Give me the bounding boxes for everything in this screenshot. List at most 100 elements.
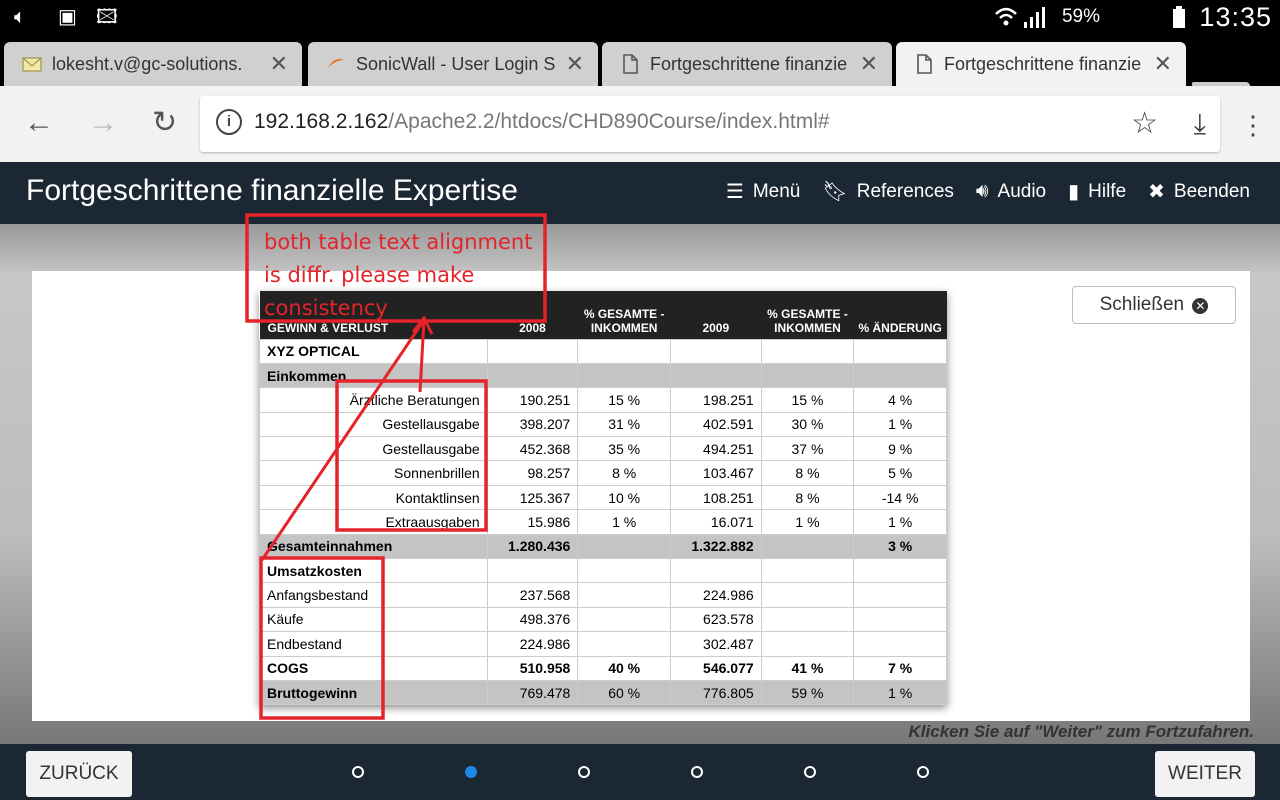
battery-icon [1173, 6, 1185, 28]
back-button[interactable]: ZURÜCK [26, 751, 132, 797]
row-label-cell: Käufe [259, 606, 488, 633]
info-icon[interactable]: i [216, 109, 242, 135]
clock: 13:35 [1199, 2, 1272, 32]
browser-tab-course-active[interactable]: Fortgeschrittene finanzie ✕ [896, 42, 1186, 88]
value-cell: 103.467 [669, 460, 762, 486]
address-bar[interactable]: i 192.168.2.162/Apache2.2/htdocs/CHD890C… [200, 96, 1220, 152]
next-button[interactable]: WEITER [1155, 751, 1255, 797]
value-cell [669, 338, 762, 364]
close-popup-button[interactable]: Schließen ✕ [1072, 286, 1236, 324]
value-cell: 776.805 [669, 679, 762, 706]
page-dot[interactable] [578, 766, 590, 778]
page-dot[interactable] [465, 766, 477, 778]
url-text: 192.168.2.162/Apache2.2/htdocs/CHD890Cou… [254, 110, 830, 133]
value-cell: 40 % [577, 655, 671, 681]
sonicwall-icon [328, 59, 344, 68]
row-label-cell: Extraausgaben [259, 509, 488, 535]
value-cell: 1 % [853, 679, 947, 706]
value-cell [577, 533, 671, 560]
value-cell: 8 % [577, 460, 671, 486]
row-label-cell: Gesamteinnahmen [259, 533, 488, 560]
value-cell: 41 % [760, 655, 855, 681]
close-tab-icon[interactable]: ✕ [860, 42, 878, 86]
row-label-cell: Gestellausgabe [259, 411, 488, 438]
close-tab-icon[interactable]: ✕ [1154, 42, 1172, 86]
value-cell [486, 558, 579, 584]
page-icon [917, 54, 932, 74]
course-header: Fortgeschrittene finanzielle Expertise ☰… [0, 162, 1280, 224]
value-cell: 108.251 [669, 484, 762, 511]
value-cell [853, 362, 947, 389]
browser-tab-mail[interactable]: lokesht.v@gc-solutions. ✕ [4, 42, 302, 88]
row-label-cell: Ärztliche Beratungen [259, 387, 488, 413]
value-cell [853, 558, 947, 584]
help-button[interactable]: ▮ Hilfe [1068, 179, 1126, 204]
page-dot[interactable] [352, 766, 364, 778]
page-dot[interactable] [804, 766, 816, 778]
row-label-cell: COGS [259, 655, 488, 681]
references-button[interactable]: 🔖︎ References [822, 179, 954, 204]
table-row: Bruttogewinn 769.478 60 % 776.805 59 % 1 % [259, 679, 947, 706]
value-cell [853, 606, 947, 633]
value-cell: 3 % [853, 533, 947, 560]
row-label-cell: Bruttogewinn [259, 679, 488, 706]
course-menu: ☰ Menü 🔖︎ References 🔊︎ Audio ▮ Hilfe ✖ Beend… [726, 179, 1250, 204]
value-cell [577, 631, 671, 657]
battery-percent: 59% [1061, 6, 1100, 27]
screenshot-icon: ▣ [58, 6, 77, 28]
column-header: % ÄNDERUNG [853, 291, 947, 339]
row-label-cell: Einkommen [259, 362, 488, 389]
table-row: XYZ OPTICAL [259, 338, 947, 364]
value-cell: 7 % [853, 655, 947, 681]
value-cell: 498.376 [486, 606, 579, 633]
value-cell: 31 % [577, 411, 671, 438]
browser-tab-course[interactable]: Fortgeschrittene finanzie ✕ [602, 42, 892, 88]
value-cell [577, 582, 671, 608]
table-row: Ärztliche Beratungen 190.251 15 % 198.251 15… [259, 387, 947, 413]
table-row: Gesamteinnahmen 1.280.436 1.322.882 3 % [259, 533, 947, 560]
value-cell: 510.958 [486, 655, 579, 681]
exit-button[interactable]: ✖ Beenden [1148, 179, 1250, 204]
close-tab-icon[interactable]: ✕ [270, 42, 288, 86]
menu-button[interactable]: ☰ Menü [726, 179, 800, 204]
audio-button[interactable]: 🔊︎ Audio [976, 179, 1046, 204]
value-cell: 4 % [853, 387, 947, 413]
value-cell [760, 631, 855, 657]
value-cell: 237.568 [486, 582, 579, 608]
table-row: Umsatzkosten [259, 558, 947, 584]
bookmark-star-icon[interactable]: ☆ [1131, 106, 1158, 141]
table-row: Extraausgaben 15.986 1 % 16.071 1 % 1 % [259, 509, 947, 535]
download-icon[interactable]: ⤓ [1194, 108, 1206, 141]
table-row: Einkommen [259, 362, 947, 389]
value-cell [669, 558, 762, 584]
page-dot[interactable] [917, 766, 929, 778]
value-cell [760, 606, 855, 633]
browser-tab-sonicwall[interactable]: SonicWall - User Login S ✕ [308, 42, 598, 88]
value-cell: 1.280.436 [486, 533, 579, 560]
mail-icon [22, 57, 42, 72]
value-cell [669, 362, 762, 389]
reload-icon[interactable]: ↻ [152, 108, 177, 138]
forward-arrow-icon[interactable]: → [88, 108, 118, 138]
row-label-cell: Kontaktlinsen [259, 484, 488, 511]
value-cell: 1.322.882 [669, 533, 762, 560]
page-dot[interactable] [691, 766, 703, 778]
value-cell: 402.591 [669, 411, 762, 438]
value-cell: 494.251 [669, 436, 762, 462]
row-label-cell: Gestellausgabe [259, 436, 488, 462]
course-footer: ZURÜCK WEITER [0, 744, 1280, 800]
value-cell: 35 % [577, 436, 671, 462]
more-options-icon[interactable]: ⋮ [1240, 110, 1266, 141]
table-row: Anfangsbestand 237.568 224.986 [259, 582, 947, 608]
table-row: Kontaktlinsen 125.367 10 % 108.251 8 % -14 % [259, 484, 947, 511]
browser-toolbar: ← → ↻ i 192.168.2.162/Apache2.2/htdocs/C… [0, 86, 1280, 162]
column-header: % GESAMTE -INKOMMEN [761, 291, 854, 339]
value-cell [577, 606, 671, 633]
value-cell: 398.207 [486, 411, 579, 438]
row-label-cell: XYZ OPTICAL [259, 338, 488, 364]
value-cell [486, 338, 579, 364]
value-cell [486, 362, 579, 389]
close-tab-icon[interactable]: ✕ [566, 42, 584, 86]
value-cell: 15 % [577, 387, 671, 413]
back-arrow-icon[interactable]: ← [24, 108, 54, 138]
